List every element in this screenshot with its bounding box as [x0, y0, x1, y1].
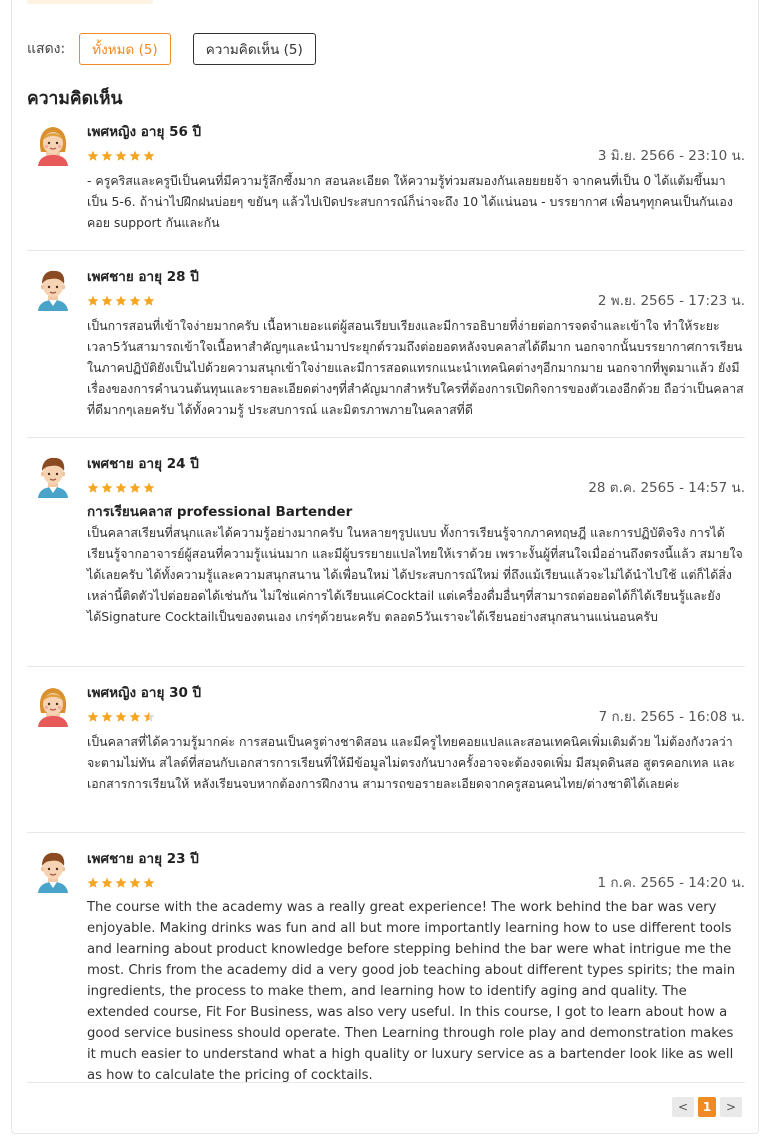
reviewer-name: เพศชาย อายุ 28 ปี: [87, 269, 199, 285]
star-rating: [87, 482, 157, 494]
pagination: < 1 >: [668, 1097, 742, 1117]
reviewer-name: เพศหญิง อายุ 30 ปี: [87, 685, 202, 701]
reviewer-name: เพศชาย อายุ 23 ปี: [87, 851, 199, 867]
section-title: ความคิดเห็น: [27, 89, 123, 109]
star-full-icon: [143, 150, 155, 161]
star-rating: [87, 150, 157, 162]
reviewer-name: เพศหญิง อายุ 56 ปี: [87, 124, 202, 140]
star-full-icon: [143, 295, 155, 306]
review-date: 3 มิ.ย. 2566 - 23:10 น.: [597, 148, 745, 164]
review-item: เพศหญิง อายุ 30 ปี 7 ก.ย. 2565 - 16:08 น…: [27, 683, 745, 833]
star-full-icon: [115, 711, 127, 722]
star-full-icon: [143, 877, 155, 888]
star-rating: [87, 877, 157, 889]
star-full-icon: [115, 877, 127, 888]
review-item: เพศชาย อายุ 28 ปี 2 พ.ย. 2565 - 17:23 น.…: [27, 267, 745, 438]
next-page-button[interactable]: >: [720, 1097, 742, 1117]
star-full-icon: [115, 150, 127, 161]
star-full-icon: [101, 482, 113, 493]
filter-bar: แสดง: ทั้งหมด (5) ความคิดเห็น (5): [27, 32, 338, 66]
review-text: เป็นคลาสที่ได้ความรู้มากค่ะ การสอนเป็นคร…: [87, 734, 735, 791]
star-full-icon: [129, 482, 141, 493]
review-date: 2 พ.ย. 2565 - 17:23 น.: [597, 293, 745, 309]
star-full-icon: [101, 877, 113, 888]
star-full-icon: [101, 295, 113, 306]
star-full-icon: [129, 877, 141, 888]
filter-comments-button[interactable]: ความคิดเห็น (5): [192, 33, 316, 65]
review-item: เพศหญิง อายุ 56 ปี 3 มิ.ย. 2566 - 23:10 …: [27, 122, 745, 251]
star-full-icon: [87, 295, 99, 306]
review-text: เป็นคลาสเรียนที่สนุกและได้ความรู้อย่างมา…: [87, 525, 743, 624]
review-date: 28 ต.ค. 2565 - 14:57 น.: [588, 480, 745, 496]
review-item: เพศชาย อายุ 23 ปี 1 ก.ค. 2565 - 14:20 น.…: [27, 849, 745, 1083]
star-full-icon: [115, 295, 127, 306]
star-rating: [87, 295, 157, 307]
male-avatar-icon: [38, 457, 68, 498]
star-full-icon: [101, 711, 113, 722]
star-full-icon: [101, 150, 113, 161]
review-heading: การเรียนคลาส professional Bartender: [87, 504, 353, 520]
star-full-icon: [129, 711, 141, 722]
star-full-icon: [87, 877, 99, 888]
top-tab-remnant: [27, 0, 153, 4]
filter-all-button[interactable]: ทั้งหมด (5): [79, 33, 171, 65]
male-avatar-icon: [38, 270, 68, 311]
star-full-icon: [129, 150, 141, 161]
filter-label: แสดง:: [27, 41, 66, 57]
prev-page-button[interactable]: <: [672, 1097, 694, 1117]
female-avatar-icon: [38, 127, 68, 166]
female-avatar-icon: [38, 688, 68, 727]
review-item: เพศชาย อายุ 24 ปี 28 ต.ค. 2565 - 14:57 น…: [27, 454, 745, 667]
review-date: 1 ก.ค. 2565 - 14:20 น.: [597, 875, 746, 891]
star-full-icon: [115, 482, 127, 493]
star-full-icon: [143, 482, 155, 493]
review-text: - ครูคริสและครูบีเป็นคนที่มีความรู้ลึกซึ…: [87, 173, 733, 230]
male-avatar-icon: [38, 852, 68, 893]
page-1-button[interactable]: 1: [698, 1097, 716, 1117]
review-date: 7 ก.ย. 2565 - 16:08 น.: [598, 709, 745, 725]
star-full-icon: [87, 150, 99, 161]
star-rating: [87, 711, 157, 723]
reviewer-name: เพศชาย อายุ 24 ปี: [87, 456, 199, 472]
star-full-icon: [87, 482, 99, 493]
review-text: เป็นการสอนที่เข้าใจง่ายมากครับ เนื้อหาเย…: [87, 318, 744, 417]
star-full-icon: [129, 295, 141, 306]
review-text: The course with the academy was a really…: [87, 900, 736, 1083]
star-full-icon: [87, 711, 99, 722]
star-half-icon: [143, 711, 155, 722]
